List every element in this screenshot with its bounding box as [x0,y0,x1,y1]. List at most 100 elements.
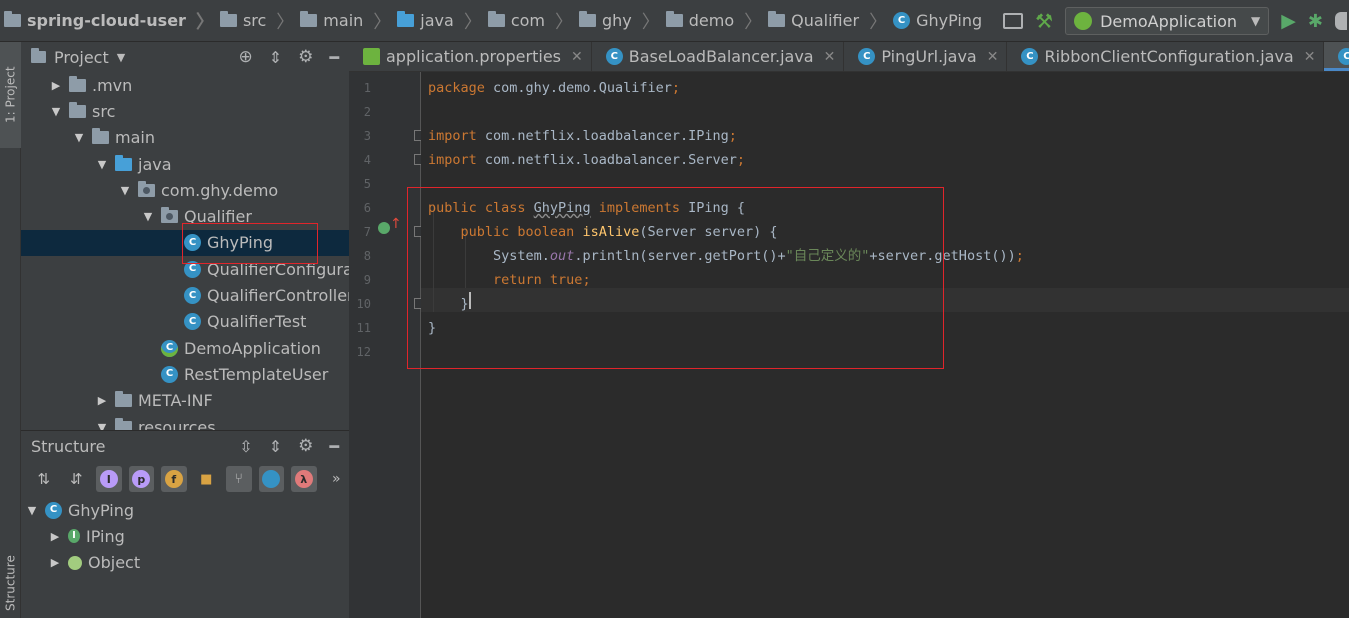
project-tool-tab[interactable]: 1: Project [0,42,21,148]
tree-item-label: src [92,101,116,121]
code-token: } [428,296,469,312]
hide-panel-icon[interactable]: ━ [329,48,339,67]
show-inherited-icon[interactable]: I [96,466,122,492]
breadcrumb-item[interactable]: main 〉 [300,8,397,34]
run-configuration-select[interactable]: DemoApplication ▼ [1065,7,1270,35]
breadcrumb-label: java [420,11,454,30]
class-icon: C [184,287,201,305]
tree-row[interactable]: C QualifierController [21,282,349,308]
collapse-all-icon[interactable]: ⇕ [269,48,282,67]
line-number: 9 [363,273,371,287]
code-line: package com.ghy.demo.Qualifier; [428,76,680,100]
breadcrumb-item[interactable]: demo 〉 [665,8,768,34]
expand-arrow-icon[interactable]: ▼ [49,105,63,118]
show-fields-icon[interactable]: f [161,466,187,492]
tree-row[interactable]: ▼ java [21,151,349,177]
close-icon[interactable]: ✕ [824,49,836,65]
tree-row[interactable]: C RestTemplateUser [21,361,349,387]
collapse-arrow-icon[interactable]: ▶ [48,556,62,569]
navigate-super-arrow-icon[interactable]: ↑ [390,216,402,232]
tree-row[interactable]: C QualifierConfiguration [21,256,349,282]
implements-method-icon[interactable] [378,222,390,234]
code-token: com.ghy.demo.Qualifier [493,80,672,96]
show-anonymous-classes-icon[interactable]: ⑂ [226,466,252,492]
breadcrumb-item[interactable]: java 〉 [397,8,488,34]
close-icon[interactable]: ✕ [987,49,999,65]
project-tool-tab-label: 1: Project [3,66,18,124]
expand-arrow-icon[interactable]: ▼ [95,158,109,171]
project-panel-header: Project ▼ ⊕ ⇕ ⚙ ━ [21,42,349,72]
breadcrumb-item[interactable]: src 〉 [219,8,300,34]
tree-row[interactable]: ▼ resources [21,414,349,430]
tree-row[interactable]: C QualifierTest [21,309,349,335]
gear-icon[interactable]: ⚙ [298,436,313,456]
close-icon[interactable]: ✕ [1304,49,1316,65]
tree-row[interactable]: ▼ C GhyPing [21,497,349,523]
sort-alphabetically-icon[interactable]: ⇵ [64,466,90,492]
show-non-public-lock-icon[interactable]: ■ [194,466,220,492]
editor-tab[interactable]: C RibbonClientConfiguration.java ✕ [1007,42,1325,71]
breadcrumb-label: com [510,11,545,30]
more-options-icon[interactable]: » [324,466,350,492]
collapse-arrow-icon[interactable]: ▶ [49,79,63,92]
breadcrumb: spring-cloud-user 〉 src 〉 main 〉 java 〉 com 〉 ghy 〉… [4,8,982,34]
structure-tool-tab[interactable]: Structure [0,548,21,618]
package-icon [138,180,155,197]
expand-arrow-icon[interactable]: ▼ [95,421,109,431]
interface-icon: I [68,529,80,544]
editor-tab[interactable]: C PingUrl.java ✕ [844,42,1008,71]
sort-by-visibility-icon[interactable]: ⇅ [31,466,57,492]
lambda-icon[interactable]: λ [291,466,317,492]
tree-row[interactable]: ▶ I IPing [21,523,349,549]
editor-tab[interactable]: C BaseLoadBalancer.java ✕ [592,42,845,71]
breadcrumb-item[interactable]: ghy 〉 [578,8,666,34]
project-view-icon [31,48,46,63]
code-token: com.netflix.loadbalancer.Server [484,152,737,168]
breadcrumb-item[interactable]: com 〉 [487,8,579,34]
code-line: import com.netflix.loadbalancer.IPing; [428,124,737,148]
expand-arrow-icon[interactable]: ▼ [25,504,39,517]
expand-all-icon[interactable]: ⇳ [239,437,252,456]
gear-icon[interactable]: ⚙ [298,47,313,67]
locate-target-icon[interactable]: ⊕ [238,47,252,67]
debug-icon[interactable]: ✱ [1308,11,1323,32]
tree-row[interactable]: ▼ src [21,98,349,124]
close-icon[interactable]: ✕ [571,49,583,65]
show-lambdas-icon[interactable] [258,466,284,492]
collapse-arrow-icon[interactable]: ▶ [48,530,62,543]
expand-arrow-icon[interactable]: ▼ [118,184,132,197]
coverage-icon[interactable] [1335,12,1347,30]
breadcrumb-item[interactable]: Qualifier 〉 [768,8,893,34]
chevron-down-icon[interactable]: ▼ [117,51,125,64]
tree-row[interactable]: ▼ main [21,125,349,151]
breadcrumb-label: Qualifier [791,11,860,30]
project-panel-title[interactable]: Project [54,48,109,67]
tree-row[interactable]: ▶ .mvn [21,72,349,98]
tree-row[interactable]: C DemoApplication [21,335,349,361]
project-structure-icon[interactable] [1003,13,1024,29]
tree-row[interactable]: C GhyPing [21,229,349,257]
collapse-arrow-icon[interactable]: ▶ [95,394,109,407]
breadcrumb-item[interactable]: C GhyPing [893,11,982,30]
build-hammer-icon[interactable]: ⚒ [1035,9,1053,33]
breadcrumb-item[interactable]: spring-cloud-user 〉 [4,8,220,34]
tree-row[interactable]: ▼ com.ghy.demo [21,177,349,203]
show-properties-icon[interactable]: p [128,466,154,492]
expand-arrow-icon[interactable]: ▼ [72,131,86,144]
code-editor[interactable]: package com.ghy.demo.Qualifier; import co… [421,72,1349,618]
tree-item-label: QualifierConfiguration [207,259,349,279]
breadcrumb-label: src [242,11,267,30]
code-token: public boolean [428,224,583,240]
collapse-all-icon[interactable]: ⇕ [269,437,282,456]
hide-panel-icon[interactable]: ━ [329,437,339,456]
run-icon[interactable]: ▶ [1281,10,1296,32]
tree-item-label: IPing [86,526,125,546]
editor-tab[interactable]: application.properties ✕ [349,42,592,71]
tree-row[interactable]: ▼ Qualifier [21,203,349,229]
tree-row[interactable]: ▶ META-INF [21,388,349,414]
code-token: "自己定义的" [785,248,870,264]
tree-row[interactable]: ▶ Object [21,550,349,576]
tree-item-label: DemoApplication [184,338,321,358]
expand-arrow-icon[interactable]: ▼ [141,210,155,223]
editor-tab[interactable]: CGhyPing.java [1324,42,1349,71]
